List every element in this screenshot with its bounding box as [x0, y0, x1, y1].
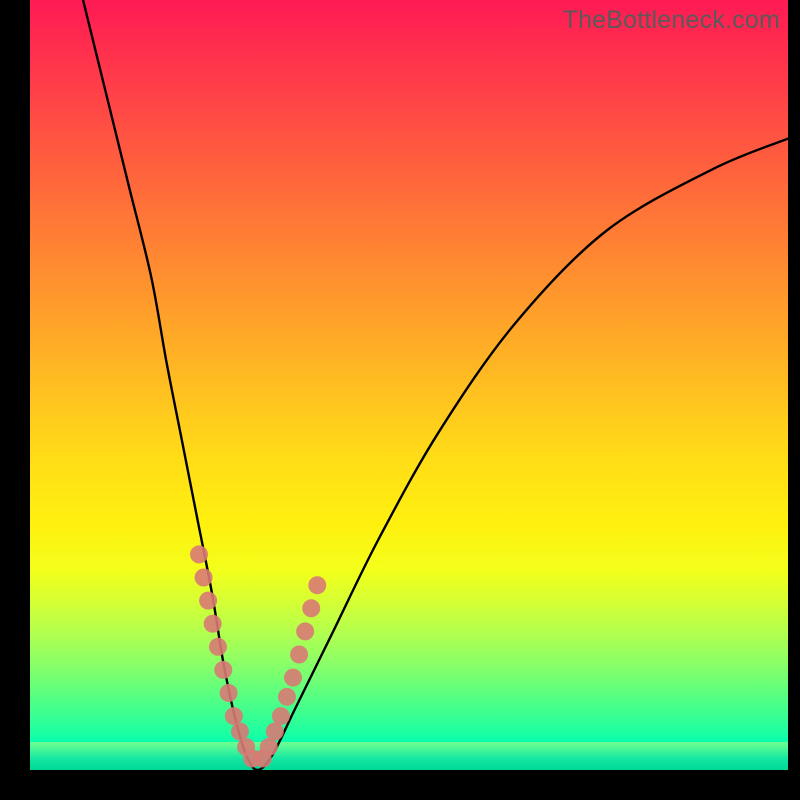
marker-dot	[308, 576, 326, 594]
marker-dot	[220, 684, 238, 702]
marker-dot	[204, 615, 222, 633]
curve-layer	[30, 0, 788, 770]
marker-dot	[225, 707, 243, 725]
marker-dot	[231, 723, 249, 741]
marker-dot	[199, 592, 217, 610]
marker-dot	[272, 707, 290, 725]
marker-dot	[284, 669, 302, 687]
watermark-text: TheBottleneck.com	[563, 6, 780, 35]
marker-dot	[209, 638, 227, 656]
marker-dot	[214, 661, 232, 679]
marker-dot	[302, 599, 320, 617]
marker-dot	[190, 545, 208, 563]
marker-dot	[290, 646, 308, 664]
marker-dot	[195, 569, 213, 587]
bottleneck-curve	[83, 0, 788, 770]
plot-area	[30, 0, 788, 770]
marker-dot	[266, 723, 284, 741]
marker-group	[190, 545, 326, 767]
marker-dot	[278, 688, 296, 706]
marker-dot	[260, 738, 278, 756]
marker-dot	[296, 622, 314, 640]
